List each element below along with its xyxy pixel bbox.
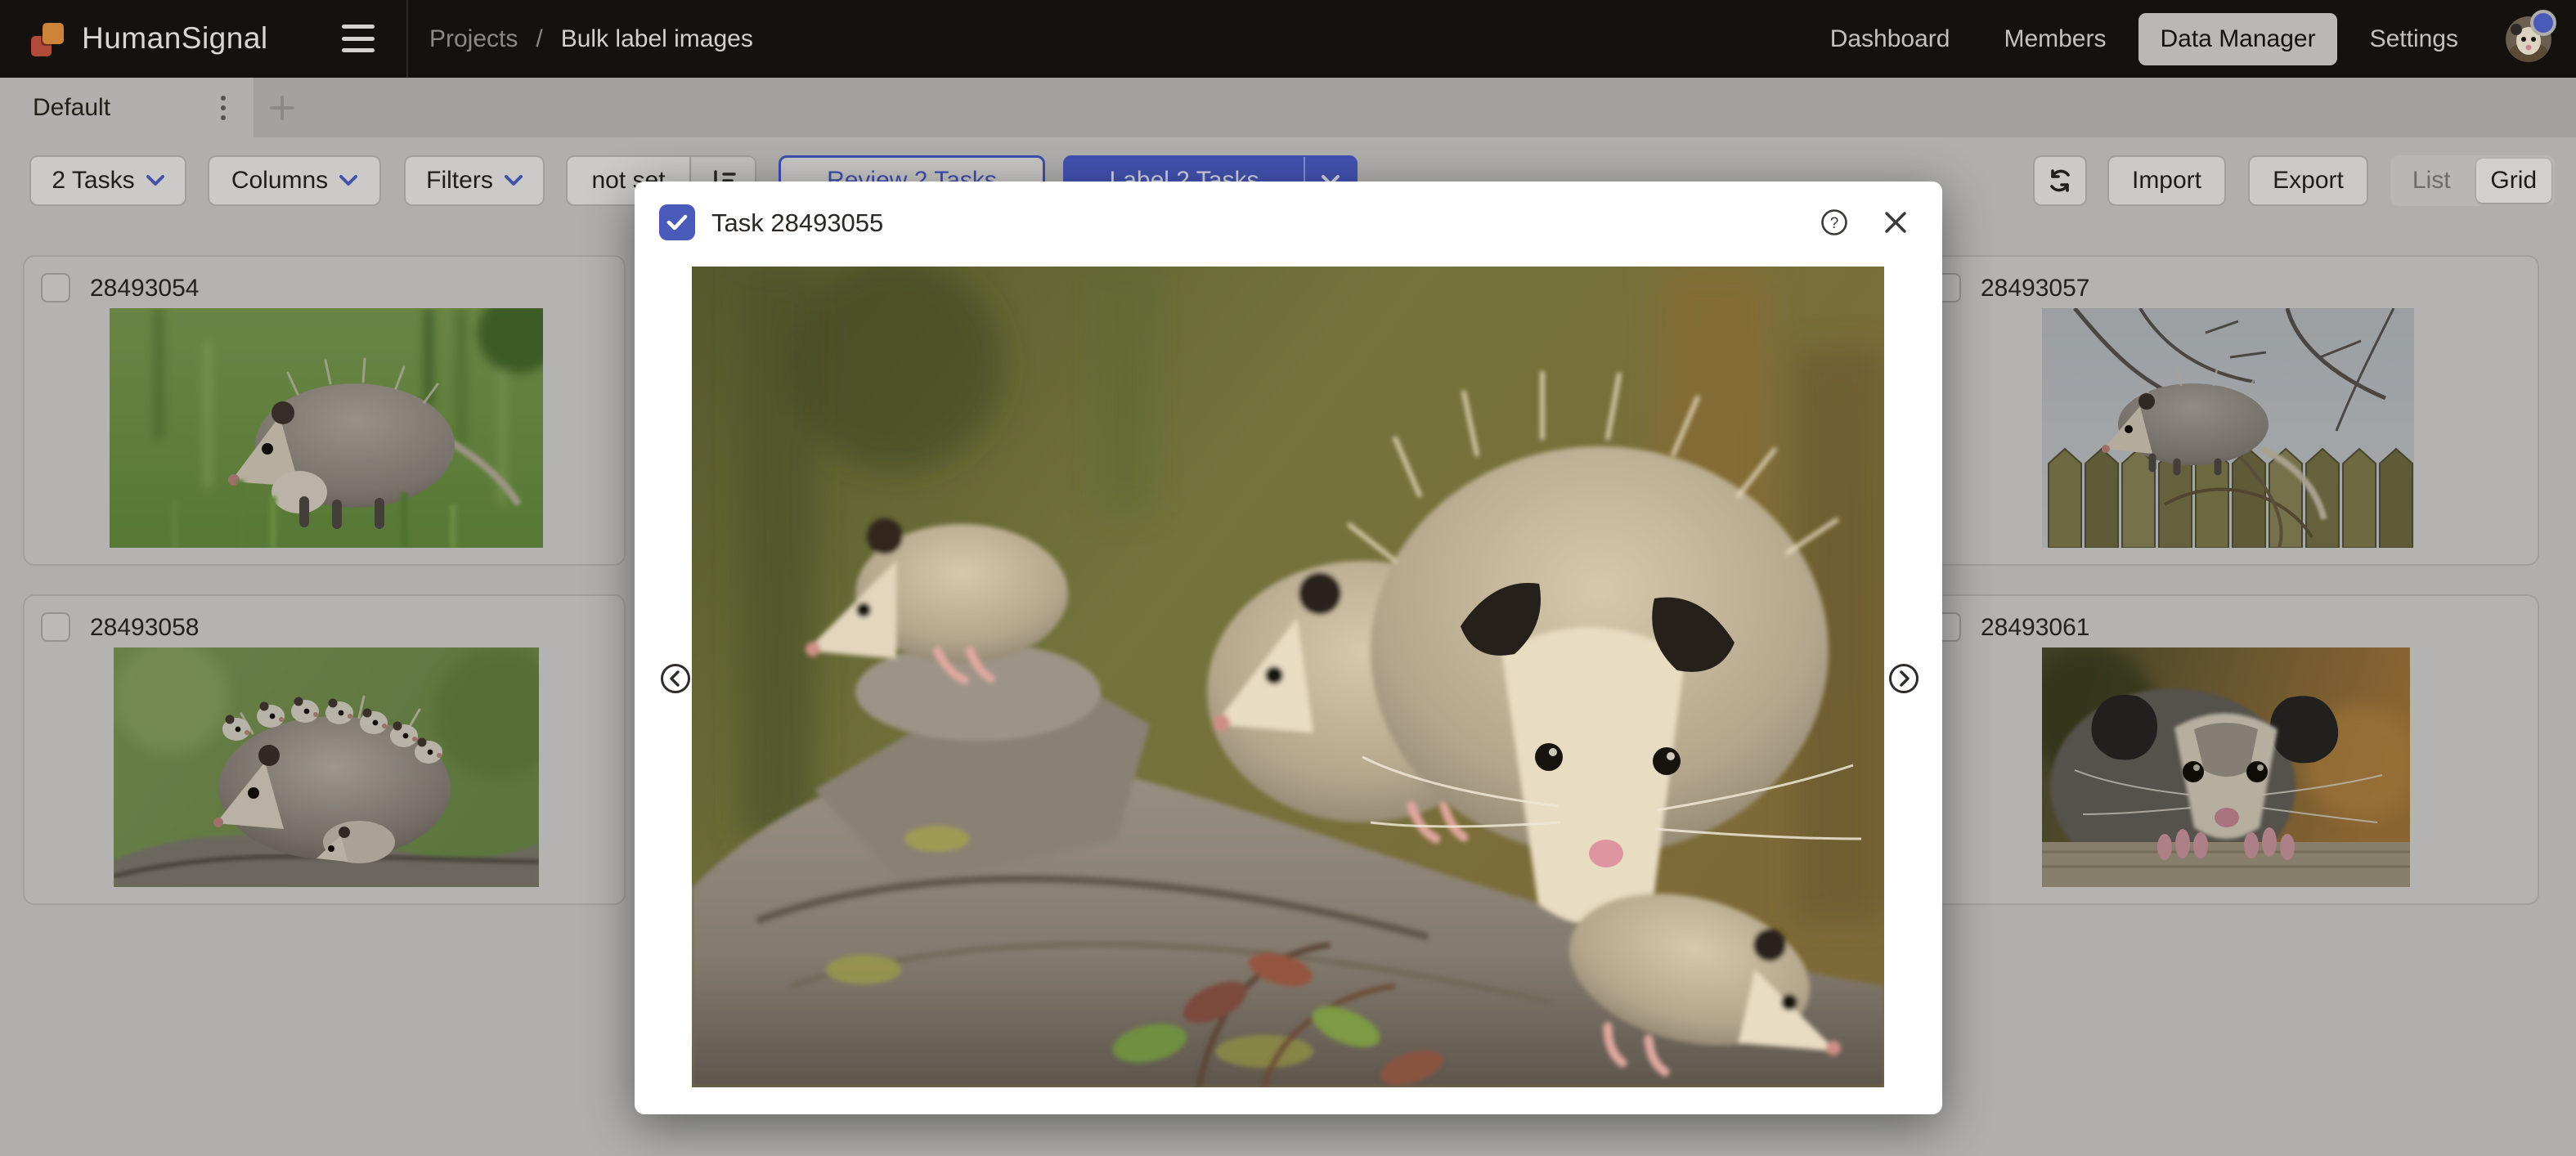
refresh-icon — [2046, 167, 2074, 195]
modal-task-title: Task 28493055 — [711, 208, 883, 238]
task-thumbnail[interactable] — [2042, 308, 2414, 548]
task-thumbnail[interactable] — [2042, 647, 2410, 887]
svg-text:?: ? — [1830, 215, 1839, 232]
task-id: 28493057 — [1981, 275, 2089, 302]
breadcrumb-current: Bulk label images — [561, 25, 753, 53]
filters-label: Filters — [426, 167, 493, 195]
view-toggle: List Grid — [2390, 155, 2555, 206]
prev-task-button[interactable] — [659, 662, 692, 695]
task-checkbox-checked[interactable] — [659, 204, 695, 240]
close-button[interactable] — [1879, 206, 1912, 239]
import-label: Import — [2132, 167, 2201, 195]
hamburger-menu-icon[interactable] — [342, 25, 375, 52]
tasks-count-label: 2 Tasks — [52, 167, 134, 195]
task-card[interactable]: 28493054 — [23, 255, 626, 566]
columns-label: Columns — [231, 167, 328, 195]
nav-link-data-manager[interactable]: Data Manager — [2138, 13, 2336, 65]
humansignal-logo[interactable]: HumanSignal — [29, 18, 268, 59]
top-navbar: HumanSignal Projects / Bulk label images… — [0, 0, 2576, 78]
breadcrumb-separator: / — [536, 25, 542, 53]
logo-text: HumanSignal — [82, 21, 268, 56]
nav-link-members[interactable]: Members — [1982, 13, 2127, 65]
nav-link-dashboard[interactable]: Dashboard — [1809, 13, 1972, 65]
filters-dropdown[interactable]: Filters — [404, 155, 545, 206]
modal-task-image — [692, 267, 1884, 1087]
task-id: 28493061 — [1981, 614, 2089, 642]
plus-icon — [268, 94, 296, 122]
task-checkbox[interactable] — [41, 273, 70, 302]
task-thumbnail[interactable] — [114, 647, 539, 887]
next-arrow-icon — [1887, 662, 1920, 695]
task-card[interactable]: 28493061 — [1914, 594, 2539, 905]
chevron-down-icon — [146, 175, 164, 186]
next-task-button[interactable] — [1887, 662, 1920, 695]
chevron-down-icon — [339, 175, 357, 186]
task-card[interactable]: 28493058 — [23, 594, 626, 905]
add-tab-button[interactable] — [267, 92, 298, 123]
task-id: 28493054 — [90, 275, 199, 302]
nav-links: Dashboard Members Data Manager Settings — [1809, 0, 2551, 78]
export-label: Export — [2273, 167, 2344, 195]
task-checkbox[interactable] — [41, 612, 70, 642]
help-icon: ? — [1820, 208, 1849, 237]
chevron-down-icon — [505, 175, 523, 186]
tasks-count-dropdown[interactable]: 2 Tasks — [29, 155, 186, 206]
breadcrumb: Projects / Bulk label images — [429, 0, 753, 78]
tab-kebab-icon[interactable] — [211, 91, 236, 125]
help-button[interactable]: ? — [1818, 206, 1851, 239]
export-button[interactable]: Export — [2248, 155, 2368, 206]
tab-strip: Default — [0, 78, 2576, 137]
data-manager-screen: HumanSignal Projects / Bulk label images… — [0, 0, 2576, 1156]
avatar[interactable] — [2506, 16, 2551, 62]
task-id: 28493058 — [90, 614, 199, 642]
task-thumbnail[interactable] — [110, 308, 543, 548]
tab-default-label: Default — [33, 94, 110, 122]
notification-badge — [2530, 10, 2556, 36]
task-preview-modal: Task 28493055 ? — [635, 181, 1942, 1114]
task-card[interactable]: 28493057 — [1914, 255, 2539, 566]
close-icon — [1883, 210, 1908, 235]
prev-arrow-icon — [659, 662, 692, 695]
refresh-button[interactable] — [2033, 155, 2087, 206]
nav-link-settings[interactable]: Settings — [2349, 13, 2480, 65]
check-icon — [666, 213, 688, 231]
tab-default[interactable]: Default — [0, 78, 254, 137]
humansignal-logo-icon — [29, 18, 70, 59]
columns-dropdown[interactable]: Columns — [208, 155, 381, 206]
view-toggle-grid[interactable]: Grid — [2476, 159, 2552, 203]
nav-divider — [406, 0, 408, 78]
breadcrumb-projects[interactable]: Projects — [429, 25, 518, 53]
import-button[interactable]: Import — [2107, 155, 2226, 206]
view-toggle-list[interactable]: List — [2394, 159, 2470, 203]
